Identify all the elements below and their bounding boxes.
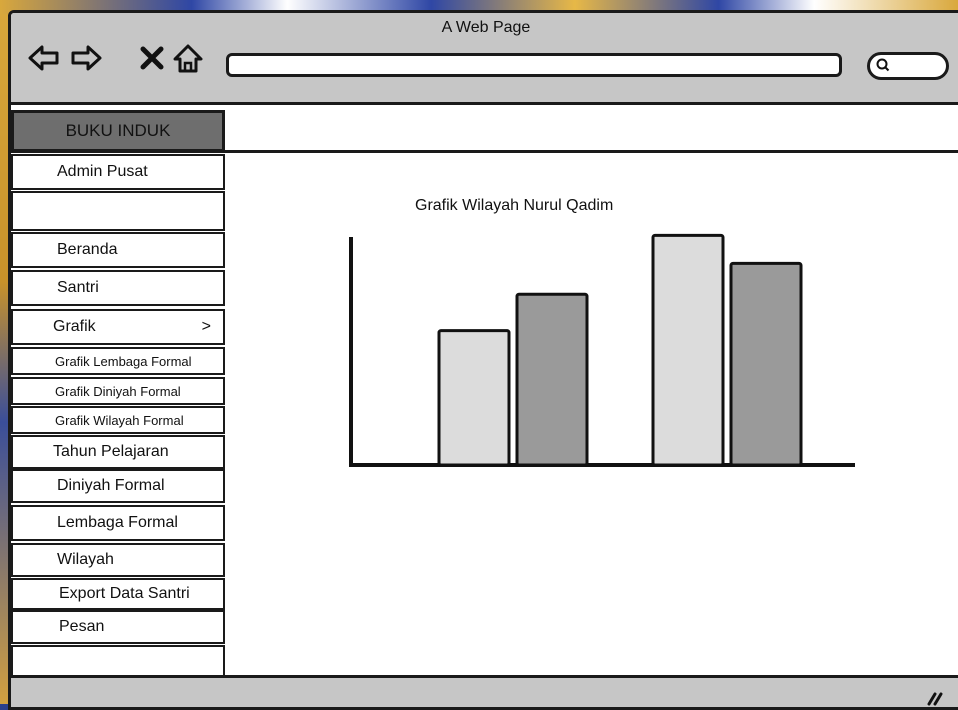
forward-arrow-icon[interactable] [69, 41, 103, 75]
sidebar-subitem-grafik-diniyah-formal[interactable]: Grafik Diniyah Formal [11, 377, 225, 405]
chevron-right-icon: > [201, 318, 211, 335]
bar-group1-series2 [515, 292, 589, 467]
back-arrow-icon[interactable] [27, 41, 61, 75]
window-title: A Web Page [441, 19, 531, 36]
sidebar-item-tahun-pelajaran[interactable]: Tahun Pelajaran [11, 435, 225, 469]
sidebar-item-pesan[interactable]: Pesan [11, 610, 225, 644]
address-bar[interactable] [226, 53, 842, 77]
sidebar-item-grafik[interactable]: Grafik > [11, 309, 225, 345]
sidebar-item-lembaga-formal[interactable]: Lembaga Formal [11, 505, 225, 541]
search-icon [876, 58, 890, 72]
bar-chart [349, 233, 855, 467]
brand-label: BUKU INDUK [11, 110, 225, 152]
sidebar-item-beranda[interactable]: Beranda [11, 232, 225, 268]
sidebar-subitem-grafik-wilayah-formal[interactable]: Grafik Wilayah Formal [11, 406, 225, 434]
browser-window: A Web Page BUKU INDUK Admin Pusat Berand… [8, 10, 958, 710]
sidebar-subitem-grafik-lembaga-formal[interactable]: Grafik Lembaga Formal [11, 347, 225, 375]
sidebar-item-blank[interactable] [11, 191, 225, 231]
sidebar-item-diniyah-formal[interactable]: Diniyah Formal [11, 469, 225, 503]
sidebar-item-export-data-santri[interactable]: Export Data Santri [11, 578, 225, 610]
browser-toolbar: A Web Page [11, 13, 958, 105]
home-icon[interactable] [171, 41, 205, 75]
resize-handle-icon[interactable] [923, 686, 947, 706]
bar-group2-series2 [729, 261, 803, 467]
bar-group2-series1 [651, 233, 725, 467]
close-icon[interactable] [135, 41, 169, 75]
status-bar [11, 675, 958, 707]
sidebar-item-admin-pusat[interactable]: Admin Pusat [11, 154, 225, 190]
search-field[interactable] [867, 52, 949, 80]
sidebar-item-blank-bottom[interactable] [11, 645, 225, 677]
sidebar-item-santri[interactable]: Santri [11, 270, 225, 306]
chart-title: Grafik Wilayah Nurul Qadim [415, 197, 614, 214]
sidebar-item-wilayah[interactable]: Wilayah [11, 543, 225, 577]
bar-group1-series1 [437, 329, 511, 467]
